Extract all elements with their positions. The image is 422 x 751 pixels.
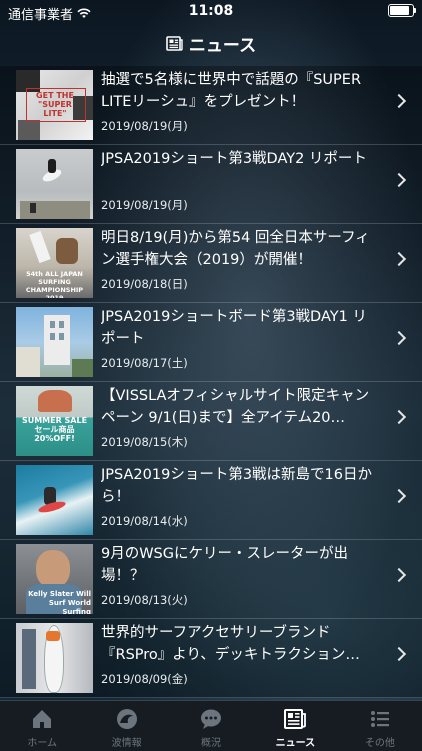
news-date: 2019/08/09(金) xyxy=(101,672,188,686)
news-date: 2019/08/17(土) xyxy=(101,356,188,370)
news-date: 2019/08/13(火) xyxy=(101,593,188,607)
wave-icon xyxy=(116,709,137,729)
news-thumbnail xyxy=(16,465,93,535)
news-thumbnail xyxy=(16,623,93,693)
news-thumbnail xyxy=(16,307,93,377)
news-thumbnail: SUMMER SALE セール商品20%OFF! xyxy=(16,386,93,456)
list-icon xyxy=(370,711,389,727)
thumbnail-caption: GET THE "SUPER LITE" xyxy=(36,91,74,118)
news-list[interactable]: GET THE "SUPER LITE" 抽選で5名様に世界中で話題の『SUPE… xyxy=(0,66,422,700)
news-date: 2019/08/19(月) xyxy=(101,119,188,133)
chevron-right-icon xyxy=(391,172,407,188)
news-item[interactable]: Kelly Slater Will Surf World Surfing 9月の… xyxy=(0,540,422,619)
news-title: 明日8/19(月)から第54 回全日本サーフィン選手権大会（2019）が開催！ xyxy=(101,230,370,268)
thumbnail-caption: 54th ALL JAPAN SURFING CHAMPIONSHIP 2019 xyxy=(25,270,84,298)
thumbnail-caption: Kelly Slater Will Surf World Surfing xyxy=(28,590,91,614)
chevron-right-icon xyxy=(391,330,407,346)
tab-wave[interactable]: 波情報 xyxy=(84,701,168,751)
news-item[interactable]: JPSA2019ショートボード第3戦DAY1 リポート 2019/08/17(土… xyxy=(0,303,422,382)
tab-other[interactable]: その他 xyxy=(338,701,422,751)
home-icon xyxy=(33,710,52,728)
news-thumbnail: Kelly Slater Will Surf World Surfing xyxy=(16,544,93,614)
chevron-right-icon xyxy=(391,409,407,425)
news-title: JPSA2019ショート第3戦は新島で16日から！ xyxy=(101,467,372,505)
news-title: JPSA2019ショートボード第3戦DAY1 リポート xyxy=(101,309,367,347)
chevron-right-icon xyxy=(391,93,407,109)
news-title: 【VISSLAオフィシャルサイト限定キャンペーン 9/1(日)まで】全アイテム2… xyxy=(101,388,370,426)
news-thumbnail: 54th ALL JAPAN SURFING CHAMPIONSHIP 2019 xyxy=(16,228,93,298)
tab-label: ニュース xyxy=(275,738,316,749)
status-bar: 通信事業者 11:08 xyxy=(0,0,422,23)
news-item[interactable]: JPSA2019ショート第3戦DAY2 リポート 2019/08/19(月) xyxy=(0,145,422,224)
tab-label: その他 xyxy=(364,738,395,749)
chevron-right-icon xyxy=(391,251,407,267)
tab-home[interactable]: ホーム xyxy=(0,701,84,751)
battery-icon xyxy=(388,4,416,17)
status-time: 11:08 xyxy=(188,3,234,19)
page-title: ニュース xyxy=(188,35,257,56)
news-item[interactable]: 54th ALL JAPAN SURFING CHAMPIONSHIP 2019… xyxy=(0,224,422,303)
news-date: 2019/08/14(水) xyxy=(101,514,188,528)
news-title: 世界的サーフアクセサリーブランド『RSPro』より、デッキトラクション… xyxy=(101,625,360,663)
news-item[interactable]: SUMMER SALE セール商品20%OFF! 【VISSLAオフィシャルサイ… xyxy=(0,382,422,461)
tab-label: 波情報 xyxy=(111,738,142,749)
navigation-bar: ニュース xyxy=(0,22,422,64)
tab-overview[interactable]: 概況 xyxy=(169,701,253,751)
news-title: 抽選で5名様に世界中で話題の『SUPER LITEリーシュ』をプレゼント！ xyxy=(101,72,362,110)
newspaper-icon xyxy=(284,709,307,729)
news-item[interactable]: GET THE "SUPER LITE" 抽選で5名様に世界中で話題の『SUPE… xyxy=(0,66,422,145)
chevron-right-icon xyxy=(391,646,407,662)
battery-level xyxy=(390,6,409,15)
tab-bar: ホーム 波情報 概況 ニュース その他 xyxy=(0,700,422,751)
news-item[interactable]: 世界的サーフアクセサリーブランド『RSPro』より、デッキトラクション… 201… xyxy=(0,619,422,698)
newspaper-icon xyxy=(166,35,183,51)
chat-bubble-icon xyxy=(201,709,222,729)
thumbnail-caption: SUMMER SALE セール商品20%OFF! xyxy=(21,416,88,443)
news-thumbnail: GET THE "SUPER LITE" xyxy=(16,70,93,140)
tab-label: ホーム xyxy=(27,738,58,749)
news-title: 9月のWSGにケリー・スレーターが出場！？ xyxy=(101,546,349,584)
news-date: 2019/08/18(日) xyxy=(101,277,188,291)
news-item[interactable]: JPSA2019ショート第3戦は新島で16日から！ 2019/08/14(水) xyxy=(0,461,422,540)
news-thumbnail xyxy=(16,149,93,219)
chevron-right-icon xyxy=(391,567,407,583)
tab-news[interactable]: ニュース xyxy=(253,701,337,751)
news-date: 2019/08/19(月) xyxy=(101,198,188,212)
news-title: JPSA2019ショート第3戦DAY2 リポート xyxy=(101,151,367,167)
chevron-right-icon xyxy=(391,488,407,504)
news-date: 2019/08/15(木) xyxy=(101,435,188,449)
tab-label: 概況 xyxy=(201,738,222,749)
